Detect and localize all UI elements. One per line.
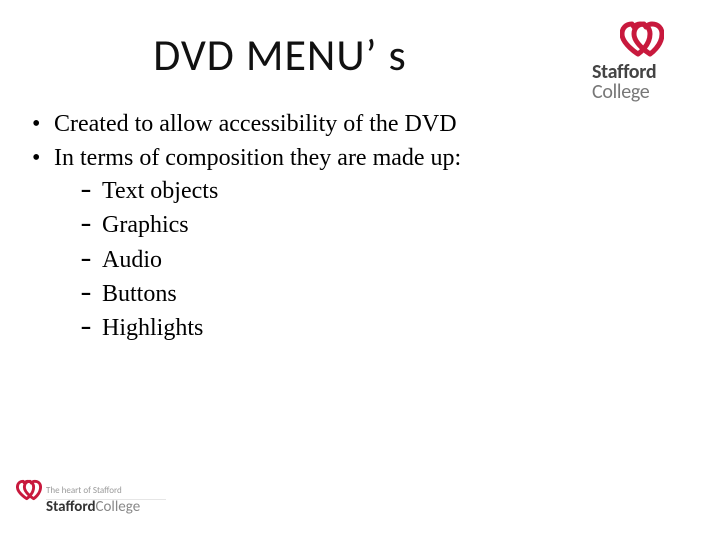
heart-icon <box>620 20 664 63</box>
logo-footer-bold: Stafford <box>46 498 96 516</box>
slide: DVD MENU’ s Created to allow accessibili… <box>0 0 720 540</box>
bullet-text: Created to allow accessibility of the DV… <box>54 111 457 137</box>
bullet-item: Created to allow accessibility of the DV… <box>28 108 568 140</box>
sub-bullet-item: Graphics <box>80 209 568 241</box>
bullet-item: In terms of composition they are made up… <box>28 142 568 344</box>
logo-footer: The heart of Stafford StaffordCollege <box>10 485 210 516</box>
sub-bullet-item: Audio <box>80 244 568 276</box>
sub-bullet-text: Text objects <box>102 178 218 204</box>
sub-bullet-item: Highlights <box>80 312 568 344</box>
logo-footer-light: College <box>96 498 141 516</box>
heart-icon <box>16 479 42 506</box>
sub-bullet-text: Graphics <box>102 212 189 238</box>
sub-bullet-item: Text objects <box>80 175 568 207</box>
logo-top-right: Stafford College <box>592 22 692 102</box>
divider <box>46 499 166 500</box>
bullet-text: In terms of composition they are made up… <box>54 145 461 171</box>
sub-bullet-item: Buttons <box>80 278 568 310</box>
slide-title: DVD MENU’ s <box>0 28 560 82</box>
logo-word-stafford: Stafford <box>592 62 692 82</box>
logo-tagline: The heart of Stafford <box>46 485 210 496</box>
slide-body: Created to allow accessibility of the DV… <box>28 108 568 347</box>
sub-bullet-text: Audio <box>102 247 162 273</box>
sub-bullet-text: Highlights <box>102 315 203 341</box>
sub-bullet-text: Buttons <box>102 281 177 307</box>
logo-footer-name: StaffordCollege <box>46 498 210 516</box>
logo-word-college: College <box>592 82 692 102</box>
